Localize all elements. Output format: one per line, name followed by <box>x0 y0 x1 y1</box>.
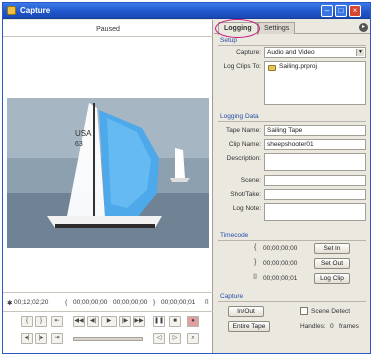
set-out-button[interactable]: Set Out <box>314 258 350 269</box>
tab-settings[interactable]: Settings <box>258 22 296 34</box>
record-icon[interactable]: ● <box>187 316 199 327</box>
out-timecode[interactable]: 00;00;00;00 <box>263 260 297 267</box>
stop-icon[interactable]: ■ <box>169 316 181 327</box>
shot-take-field[interactable] <box>264 189 366 200</box>
clip-name-label: Clip Name: <box>228 141 261 148</box>
in-timecode[interactable]: 00;00;00;00 <box>73 299 107 306</box>
clip-name-field[interactable]: sheepshooter01 <box>264 139 366 150</box>
timecode-bar: ✱ 00;12;02;20 { 00;00;00;00 00;00;00;00 … <box>3 297 213 311</box>
panel-menu-icon[interactable]: ▸ <box>359 23 368 32</box>
frames-label: frames <box>339 323 359 330</box>
log-clips-label: Log Clips To: <box>223 63 261 70</box>
tape-name-field[interactable]: Sailing Tape <box>264 125 366 136</box>
chevron-down-icon: ▼ <box>356 49 364 56</box>
video-preview: USA 63 <box>7 98 209 248</box>
play-icon[interactable]: ▶ <box>101 316 117 327</box>
divider <box>218 240 366 241</box>
transport-row: { } ⇤ ◀◀ ◀| ▶ |▶ ▶▶ ❚❚ ■ ● <box>3 316 213 330</box>
description-label: Description: <box>226 155 261 162</box>
status-text: Paused <box>96 26 120 33</box>
scene-search-icon[interactable]: ⌕ <box>187 333 199 344</box>
log-note-field[interactable] <box>264 203 366 221</box>
tab-bar: Logging Settings ▸ <box>214 19 370 38</box>
highlight-ring <box>215 19 260 38</box>
duration-icon: ⌷ <box>253 274 258 281</box>
rewind-icon[interactable]: ◀◀ <box>73 316 85 327</box>
fast-forward-icon[interactable]: ▶▶ <box>133 316 145 327</box>
duration-timecode[interactable]: 00;00;00;01 <box>161 299 195 306</box>
duration-timecode[interactable]: 00;00;00;01 <box>263 275 297 282</box>
out-timecode[interactable]: 00;00;00;00 <box>113 299 147 306</box>
log-clips-list[interactable]: Sailing.prproj <box>264 61 366 105</box>
capture-label: Capture: <box>236 49 261 56</box>
logging-panel: Logging Settings ▸ Setup Capture: Audio … <box>214 19 370 353</box>
in-point-icon: { <box>254 244 257 251</box>
minimize-button[interactable]: – <box>321 5 333 17</box>
tape-name-label: Tape Name: <box>225 127 261 134</box>
log-clips-value[interactable]: Sailing.prproj <box>279 63 317 70</box>
description-field[interactable] <box>264 153 366 171</box>
divider <box>3 36 213 37</box>
set-in-button[interactable]: Set In <box>314 243 350 254</box>
divider <box>3 311 213 312</box>
divider <box>218 121 366 122</box>
svg-text:63: 63 <box>75 141 83 148</box>
go-to-in-icon[interactable]: ⇤ <box>51 316 63 327</box>
step-back-icon[interactable]: ◀| <box>87 316 99 327</box>
capture-select-value: Audio and Video <box>267 49 315 56</box>
shuttle-row: ◂| |▸ ⇥ ◁ ▷ ⌕ <box>3 333 213 347</box>
title-bar[interactable]: Capture – □ × <box>3 3 370 19</box>
maximize-button[interactable]: □ <box>335 5 347 17</box>
log-clip-button[interactable]: Log Clip <box>314 273 350 284</box>
shot-take-label: Shot/Take: <box>230 191 261 198</box>
scene-label: Scene: <box>240 177 261 184</box>
divider <box>3 292 213 293</box>
go-to-out-icon[interactable]: ⇥ <box>51 333 63 344</box>
in-out-button[interactable]: In/Out <box>228 306 264 317</box>
slow-reverse-icon[interactable]: ◁ <box>153 333 165 344</box>
in-timecode[interactable]: 00;00;00;00 <box>263 245 297 252</box>
close-button[interactable]: × <box>349 5 361 17</box>
capture-window: Capture – □ × Paused USA 63 ✱ 00;12;02;2… <box>2 2 371 354</box>
capture-select[interactable]: Audio and Video ▼ <box>264 47 366 58</box>
out-point-icon: } <box>153 299 156 306</box>
timecode-title: Timecode <box>220 232 249 239</box>
folder-icon <box>268 65 276 71</box>
window-title: Capture <box>20 6 51 15</box>
in-point-icon: { <box>65 299 68 306</box>
step-forward-icon[interactable]: |▶ <box>119 316 131 327</box>
app-icon <box>7 6 16 15</box>
pause-icon[interactable]: ❚❚ <box>153 316 165 327</box>
log-note-label: Log Note: <box>232 205 261 212</box>
svg-text:USA: USA <box>75 129 92 138</box>
slow-play-icon[interactable]: ▷ <box>169 333 181 344</box>
set-in-icon[interactable]: { <box>21 316 33 327</box>
handles-value[interactable]: 0 <box>330 323 334 330</box>
current-timecode[interactable]: 00;12;02;20 <box>14 299 48 306</box>
setup-title: Setup <box>220 37 237 44</box>
handles-label: Handles: <box>300 323 326 330</box>
shuttle-slider[interactable] <box>73 337 143 341</box>
scene-field[interactable] <box>264 175 366 186</box>
capture-section-title: Capture <box>220 293 244 300</box>
scene-detect-checkbox[interactable] <box>300 307 308 315</box>
next-scene-icon[interactable]: |▸ <box>35 333 47 344</box>
capture-monitor: Paused USA 63 ✱ 00;12;02;20 { 00;00;00;0… <box>3 20 213 353</box>
set-out-icon[interactable]: } <box>35 316 47 327</box>
scene-detect-label: Scene Detect <box>311 308 351 315</box>
duration-icon: ⌷ <box>205 299 209 306</box>
entire-tape-button[interactable]: Entire Tape <box>228 321 270 332</box>
divider <box>218 45 366 46</box>
out-point-icon: } <box>254 259 257 266</box>
play-rate-icon: ✱ <box>7 300 13 307</box>
previous-scene-icon[interactable]: ◂| <box>21 333 33 344</box>
divider <box>218 301 366 302</box>
logging-data-title: Logging Data <box>220 113 259 120</box>
